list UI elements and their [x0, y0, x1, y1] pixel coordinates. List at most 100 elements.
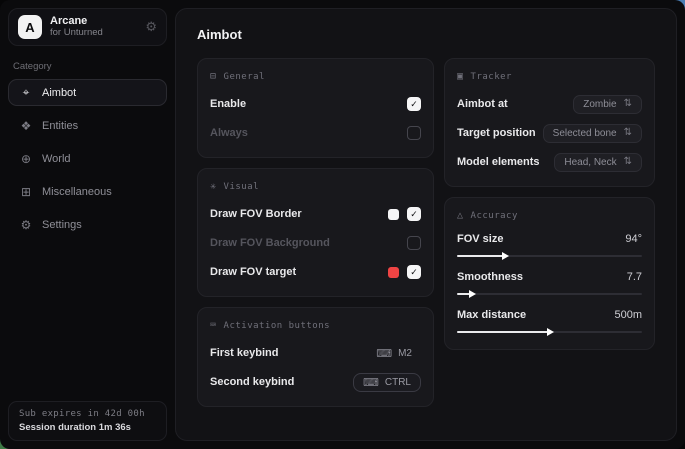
tracker-card-header: ▣ Tracker	[457, 71, 642, 82]
visual-card-title: Visual	[224, 182, 260, 192]
globe-icon: ⊕	[19, 152, 33, 166]
accuracy-card: △ Accuracy FOV size 94°	[444, 197, 655, 350]
keyboard-icon: ⌨	[363, 376, 379, 389]
slider-label: Max distance	[457, 309, 526, 321]
sidebar-item-entities[interactable]: ❖ Entities	[8, 112, 167, 139]
setting-label: Draw FOV Background	[210, 237, 330, 249]
general-card-header: ⊟ General	[210, 71, 421, 82]
color-swatch-white[interactable]	[388, 209, 399, 220]
desktop-stage: A Arcane for Unturned ⚙ Category ⌖ Aimbo…	[0, 0, 685, 449]
dropdown-value: Head, Neck	[564, 157, 616, 168]
keyboard-icon: ⌨	[376, 347, 392, 360]
activation-card: ⌨ Activation buttons First keybind ⌨ M2 …	[197, 307, 434, 407]
model-elements-dropdown[interactable]: Head, Neck ⇅	[554, 153, 642, 172]
fov-border-checkbox[interactable]: ✓	[407, 207, 421, 221]
app-logo: A	[18, 15, 42, 39]
session-duration-text: Session duration 1m 36s	[19, 422, 156, 433]
fov-target-checkbox[interactable]: ✓	[407, 265, 421, 279]
accuracy-card-title: Accuracy	[471, 211, 518, 221]
setting-row-second-keybind: Second keybind ⌨ CTRL	[210, 372, 421, 392]
slider-value: 500m	[614, 309, 642, 321]
slider-handle[interactable]	[502, 252, 509, 260]
setting-label: Draw FOV Border	[210, 208, 302, 220]
accuracy-card-header: △ Accuracy	[457, 210, 642, 221]
arcane-window: A Arcane for Unturned ⚙ Category ⌖ Aimbo…	[0, 0, 685, 449]
fov-size-slider[interactable]	[457, 255, 642, 257]
app-title-block: Arcane for Unturned	[50, 15, 103, 39]
activation-card-header: ⌨ Activation buttons	[210, 320, 421, 331]
aimbot-at-dropdown[interactable]: Zombie ⇅	[573, 95, 642, 114]
visual-icon: ✳	[210, 181, 217, 192]
general-card-title: General	[224, 72, 265, 82]
keybind-value: CTRL	[385, 377, 411, 388]
dropdown-value: Selected bone	[553, 128, 617, 139]
color-swatch-red[interactable]	[388, 267, 399, 278]
subscription-status-card: Sub expires in 42d 00h Session duration …	[8, 401, 167, 441]
keyboard-icon: ⌨	[210, 320, 217, 331]
setting-label: Second keybind	[210, 376, 294, 388]
visual-card-header: ✳ Visual	[210, 181, 421, 192]
accuracy-icon: △	[457, 210, 464, 221]
tracker-card: ▣ Tracker Aimbot at Zombie ⇅ Target posi…	[444, 58, 655, 187]
setting-row-always: Always ✓	[210, 123, 421, 143]
setting-label: Always	[210, 127, 248, 139]
setting-label: Draw FOV target	[210, 266, 296, 278]
sidebar-item-aimbot[interactable]: ⌖ Aimbot	[8, 79, 167, 106]
sidebar-item-label: World	[42, 153, 71, 165]
setting-row-fov-background: Draw FOV Background ✓	[210, 233, 421, 253]
setting-label: Aimbot at	[457, 98, 508, 110]
setting-row-target-position: Target position Selected bone ⇅	[457, 123, 642, 143]
general-card: ⊟ General Enable ✓ Always ✓	[197, 58, 434, 158]
dropdown-value: Zombie	[583, 99, 616, 110]
second-keybind-button[interactable]: ⌨ CTRL	[353, 373, 421, 392]
setting-row-aimbot-at: Aimbot at Zombie ⇅	[457, 94, 642, 114]
page-title: Aimbot	[197, 27, 666, 42]
slider-fill	[457, 293, 472, 295]
slider-fill	[457, 255, 505, 257]
slider-handle[interactable]	[469, 290, 476, 298]
sidebar-item-label: Entities	[42, 120, 78, 132]
setting-label: Enable	[210, 98, 246, 110]
sidebar: A Arcane for Unturned ⚙ Category ⌖ Aimbo…	[0, 0, 175, 449]
fov-size-slider-group: FOV size 94°	[457, 233, 642, 257]
smoothness-slider-group: Smoothness 7.7	[457, 271, 642, 295]
setting-row-first-keybind: First keybind ⌨ M2	[210, 343, 421, 363]
setting-label: Model elements	[457, 156, 540, 168]
chevrons-up-down-icon: ⇅	[624, 99, 632, 109]
smoothness-slider[interactable]	[457, 293, 642, 295]
max-distance-slider[interactable]	[457, 331, 642, 333]
category-label: Category	[13, 61, 162, 72]
check-icon: ✓	[410, 100, 418, 109]
sidebar-item-world[interactable]: ⊕ World	[8, 145, 167, 172]
slider-label: Smoothness	[457, 271, 523, 283]
first-keybind-button[interactable]: ⌨ M2	[367, 345, 421, 362]
enable-checkbox[interactable]: ✓	[407, 97, 421, 111]
check-icon: ✓	[410, 210, 418, 219]
gear-icon[interactable]: ⚙	[145, 19, 157, 35]
slider-handle[interactable]	[547, 328, 554, 336]
slider-value: 7.7	[627, 271, 642, 283]
sub-expiry-text: Sub expires in 42d 00h	[19, 409, 156, 419]
slider-value: 94°	[625, 233, 642, 245]
setting-label: Target position	[457, 127, 536, 139]
main-panel: Aimbot ⊟ General Enable ✓	[175, 8, 677, 441]
activation-card-title: Activation buttons	[224, 321, 331, 331]
setting-row-fov-border: Draw FOV Border ✓	[210, 204, 421, 224]
chevrons-up-down-icon: ⇅	[624, 157, 632, 167]
sidebar-item-settings[interactable]: ⚙ Settings	[8, 211, 167, 238]
sidebar-item-label: Aimbot	[42, 87, 76, 99]
app-header: A Arcane for Unturned ⚙	[8, 8, 167, 46]
tracker-icon: ▣	[457, 71, 464, 82]
grid-icon: ⊞	[19, 185, 33, 199]
fov-background-checkbox[interactable]: ✓	[407, 236, 421, 250]
target-position-dropdown[interactable]: Selected bone ⇅	[543, 124, 642, 143]
chevrons-up-down-icon: ⇅	[624, 128, 632, 138]
tracker-card-title: Tracker	[471, 72, 512, 82]
entities-icon: ❖	[19, 119, 33, 133]
slider-label: FOV size	[457, 233, 503, 245]
check-icon: ✓	[410, 268, 418, 277]
always-checkbox[interactable]: ✓	[407, 126, 421, 140]
setting-label: First keybind	[210, 347, 278, 359]
setting-row-enable: Enable ✓	[210, 94, 421, 114]
sidebar-item-miscellaneous[interactable]: ⊞ Miscellaneous	[8, 178, 167, 205]
